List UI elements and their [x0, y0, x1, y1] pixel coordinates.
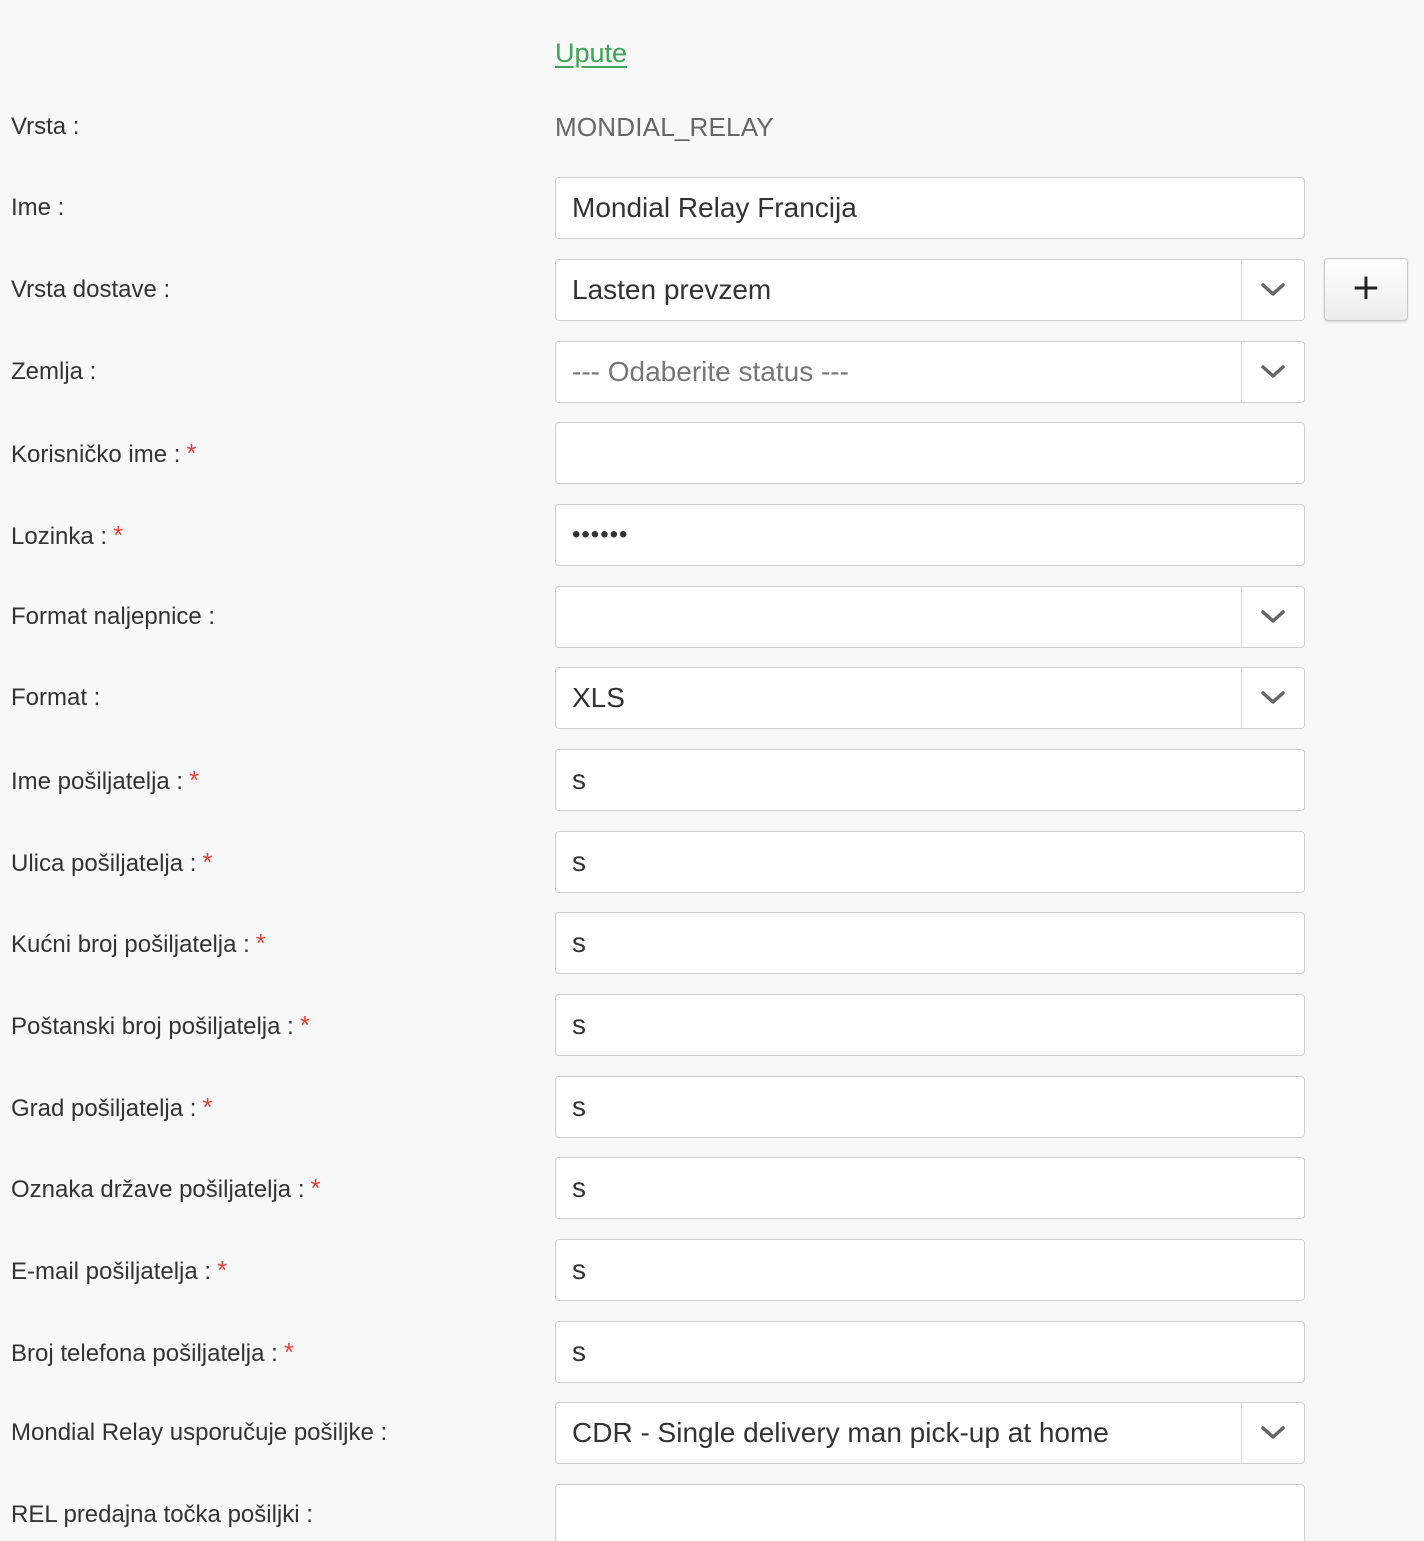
sender-city-input[interactable]: s	[555, 1076, 1305, 1138]
sender-city-label: Grad pošiljatelja : *	[11, 1092, 213, 1122]
sender-name-label: Ime pošiljatelja : *	[11, 765, 200, 795]
required-marker: *	[283, 1337, 294, 1367]
label-format-label: Format naljepnice :	[11, 603, 216, 630]
sender-postal-code-label: Poštanski broj pošiljatelja : *	[11, 1010, 310, 1040]
form-row-rel-dropoff-point: REL predajna točka pošiljki :	[0, 1484, 1424, 1541]
instructions-link-row: Upute	[555, 38, 627, 69]
type-label: Vrsta :	[11, 113, 80, 140]
required-marker: *	[202, 847, 213, 877]
form-row-password: Lozinka : * ••••••	[0, 504, 1424, 566]
sender-email-label: E-mail pošiljatelja : *	[11, 1255, 228, 1285]
form-row-country: Zemlja : --- Odaberite status ---	[0, 341, 1424, 403]
required-marker: *	[310, 1173, 321, 1203]
form-row-delivery-type: Vrsta dostave : Lasten prevzem +	[0, 258, 1424, 321]
chevron-down-icon[interactable]	[1241, 668, 1304, 728]
password-value: ••••••	[572, 521, 629, 548]
form-row-sender-country-code: Oznaka države pošiljatelja : * s	[0, 1157, 1424, 1219]
country-select[interactable]: --- Odaberite status ---	[555, 341, 1305, 403]
format-label: Format :	[11, 684, 101, 711]
type-value: MONDIAL_RELAY	[555, 112, 774, 142]
form-row-label-format: Format naljepnice :	[0, 586, 1424, 648]
password-input[interactable]: ••••••	[555, 504, 1305, 566]
sender-street-label: Ulica pošiljatelja : *	[11, 847, 213, 877]
form-row-sender-email: E-mail pošiljatelja : * s	[0, 1239, 1424, 1301]
password-label: Lozinka : *	[11, 520, 124, 550]
format-value: XLS	[572, 682, 625, 713]
rel-dropoff-point-input[interactable]	[555, 1484, 1305, 1541]
chevron-down-icon[interactable]	[1241, 260, 1304, 320]
plus-icon: +	[1350, 267, 1382, 308]
sender-country-code-label: Oznaka države pošiljatelja : *	[11, 1173, 321, 1203]
add-delivery-type-button[interactable]: +	[1324, 258, 1408, 321]
delivery-mode-value: CDR - Single delivery man pick-up at hom…	[572, 1417, 1109, 1448]
required-marker: *	[189, 765, 200, 795]
required-marker: *	[186, 438, 197, 468]
form-row-sender-house-number: Kućni broj pošiljatelja : * s	[0, 912, 1424, 974]
required-marker: *	[217, 1255, 228, 1285]
form-row-sender-phone: Broj telefona pošiljatelja : * s	[0, 1321, 1424, 1383]
required-marker: *	[255, 928, 266, 958]
sender-phone-input[interactable]: s	[555, 1321, 1305, 1383]
sender-street-value: s	[572, 846, 586, 877]
sender-house-number-label: Kućni broj pošiljatelja : *	[11, 928, 266, 958]
chevron-down-icon[interactable]	[1241, 1403, 1304, 1463]
sender-house-number-input[interactable]: s	[555, 912, 1305, 974]
delivery-type-value: Lasten prevzem	[572, 274, 772, 305]
name-label: Ime :	[11, 194, 65, 221]
sender-postal-code-input[interactable]: s	[555, 994, 1305, 1056]
form-row-format: Format : XLS	[0, 667, 1424, 729]
form-row-delivery-mode: Mondial Relay usporučuje pošiljke : CDR …	[0, 1402, 1424, 1464]
chevron-down-icon[interactable]	[1241, 587, 1304, 647]
sender-house-number-value: s	[572, 927, 586, 958]
sender-name-input[interactable]: s	[555, 749, 1305, 811]
shipping-provider-form: Upute Vrsta : MONDIAL_RELAY Ime : Mondia…	[0, 0, 1424, 1541]
required-marker: *	[299, 1010, 310, 1040]
delivery-type-select[interactable]: Lasten prevzem	[555, 259, 1305, 321]
sender-country-code-value: s	[572, 1172, 586, 1203]
form-row-sender-street: Ulica pošiljatelja : * s	[0, 831, 1424, 893]
required-marker: *	[113, 520, 124, 550]
sender-street-input[interactable]: s	[555, 831, 1305, 893]
required-marker: *	[202, 1092, 213, 1122]
delivery-type-label: Vrsta dostave :	[11, 276, 171, 303]
country-label: Zemlja :	[11, 358, 97, 385]
sender-country-code-input[interactable]: s	[555, 1157, 1305, 1219]
form-row-sender-postal-code: Poštanski broj pošiljatelja : * s	[0, 994, 1424, 1056]
username-input[interactable]	[555, 422, 1305, 484]
instructions-link[interactable]: Upute	[555, 38, 627, 68]
name-input-value: Mondial Relay Francija	[572, 192, 857, 223]
sender-city-value: s	[572, 1091, 586, 1122]
chevron-down-icon[interactable]	[1241, 342, 1304, 402]
rel-dropoff-point-label: REL predajna točka pošiljki :	[11, 1501, 313, 1528]
form-row-sender-city: Grad pošiljatelja : * s	[0, 1076, 1424, 1138]
delivery-mode-select[interactable]: CDR - Single delivery man pick-up at hom…	[555, 1402, 1305, 1464]
label-format-select[interactable]	[555, 586, 1305, 648]
country-placeholder: --- Odaberite status ---	[572, 356, 849, 387]
form-row-username: Korisničko ime : *	[0, 422, 1424, 484]
username-label: Korisničko ime : *	[11, 438, 197, 468]
form-row-sender-name: Ime pošiljatelja : * s	[0, 749, 1424, 811]
sender-email-value: s	[572, 1254, 586, 1285]
delivery-mode-label: Mondial Relay usporučuje pošiljke :	[11, 1419, 388, 1446]
sender-phone-label: Broj telefona pošiljatelja : *	[11, 1337, 294, 1367]
format-select[interactable]: XLS	[555, 667, 1305, 729]
form-row-type: Vrsta : MONDIAL_RELAY	[0, 96, 1424, 158]
sender-phone-value: s	[572, 1336, 586, 1367]
form-row-name: Ime : Mondial Relay Francija	[0, 177, 1424, 239]
sender-postal-code-value: s	[572, 1009, 586, 1040]
sender-name-value: s	[572, 764, 586, 795]
sender-email-input[interactable]: s	[555, 1239, 1305, 1301]
name-input[interactable]: Mondial Relay Francija	[555, 177, 1305, 239]
